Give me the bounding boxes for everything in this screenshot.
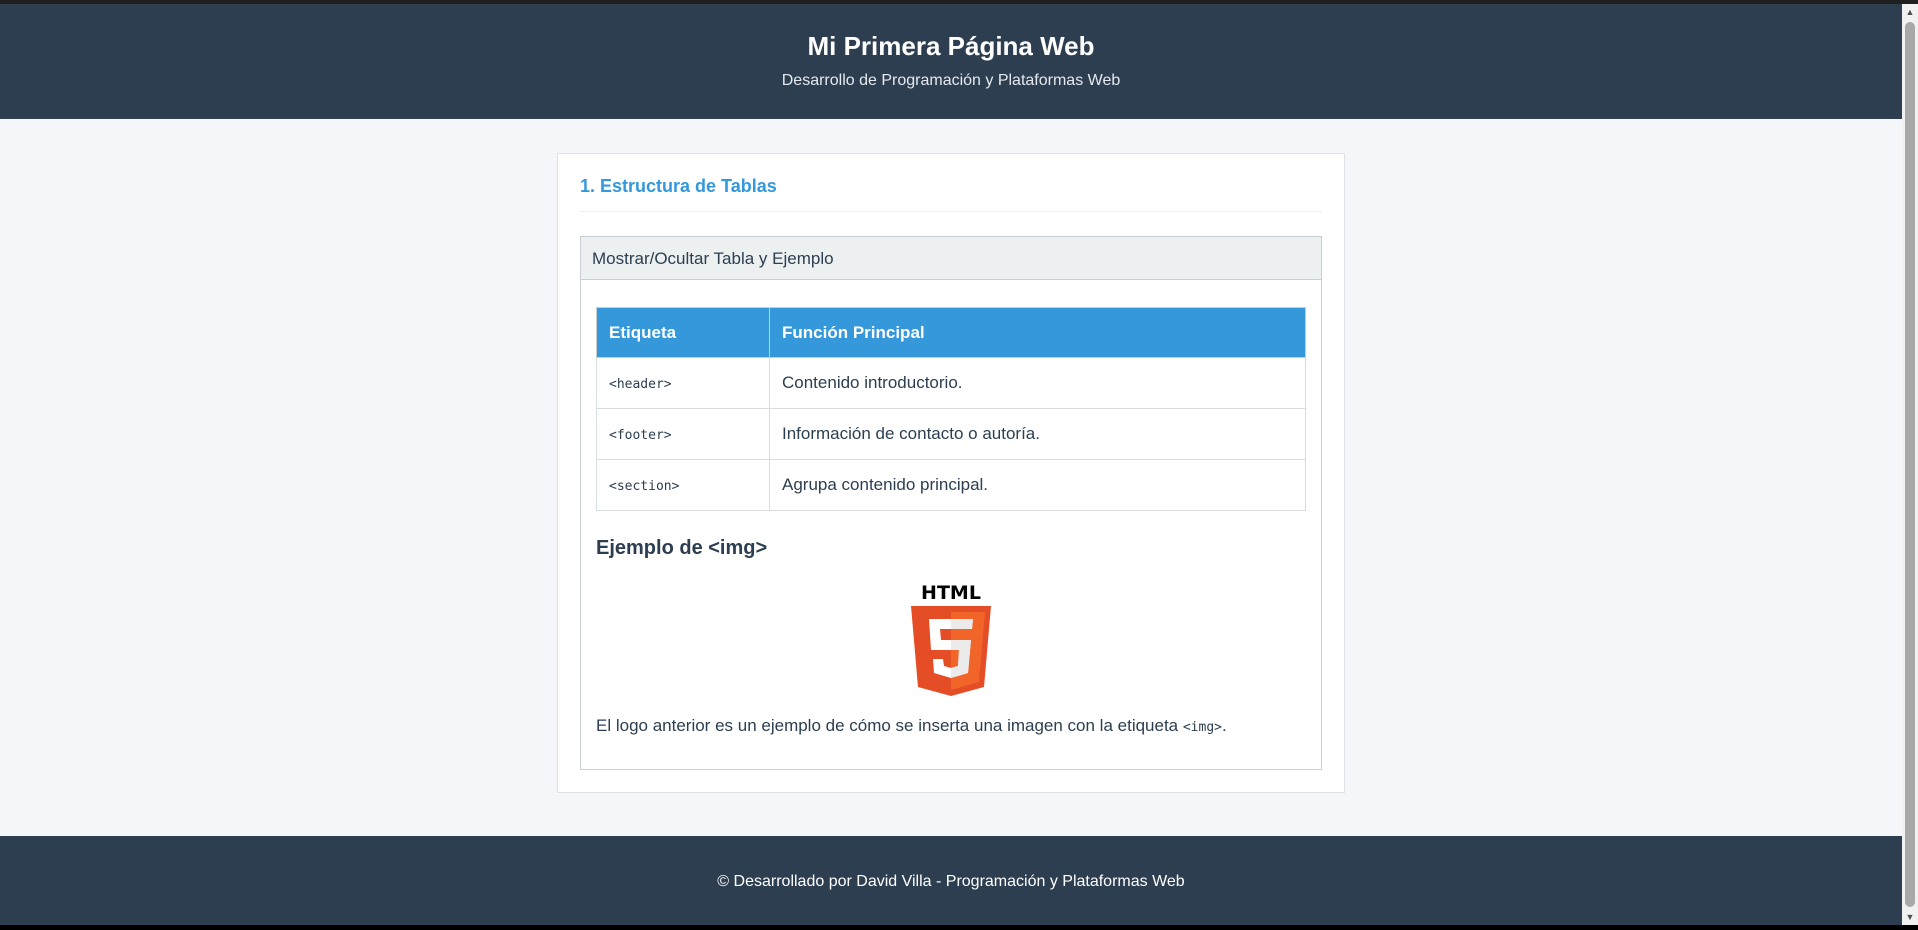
section-title: 1. Estructura de Tablas xyxy=(580,176,1322,212)
table-header-row: Etiqueta Función Principal xyxy=(596,307,1306,358)
site-footer: © Desarrollado por David Villa - Program… xyxy=(0,836,1902,925)
table-row: <footer> Información de contacto o autor… xyxy=(596,408,1306,460)
example-title: Ejemplo de <img> xyxy=(596,537,768,559)
caption-text: El logo anterior es un ejemplo de cómo s… xyxy=(596,716,1183,735)
details-body: Etiqueta Función Principal <header> Cont… xyxy=(581,280,1321,769)
desc-cell: Información de contacto o autoría. xyxy=(769,408,1306,460)
scroll-up-icon[interactable]: ▲ xyxy=(1902,4,1918,20)
caption-code: <img> xyxy=(1182,720,1222,735)
tag-cell: <section> xyxy=(596,459,770,511)
tags-table: Etiqueta Función Principal <header> Cont… xyxy=(596,307,1306,511)
main-content: 1. Estructura de Tablas Mostrar/Ocultar … xyxy=(0,119,1902,836)
footer-text: © Desarrollado por David Villa - Program… xyxy=(717,873,1185,890)
table-row: <section> Agrupa contenido principal. xyxy=(596,459,1306,511)
header-etiqueta: Etiqueta xyxy=(596,307,770,358)
tag-code: <footer> xyxy=(609,428,672,443)
vertical-scrollbar[interactable]: ▲ ▼ xyxy=(1902,4,1918,925)
site-header: Mi Primera Página Web Desarrollo de Prog… xyxy=(0,4,1902,119)
desc-cell: Contenido introductorio. xyxy=(769,357,1306,409)
tag-cell: <footer> xyxy=(596,408,770,460)
html5-logo-icon: HTML xyxy=(911,582,991,696)
desc-cell: Agrupa contenido principal. xyxy=(769,459,1306,511)
page-subtitle: Desarrollo de Programación y Plataformas… xyxy=(781,72,1121,89)
details-container: Mostrar/Ocultar Tabla y Ejemplo Etiqueta… xyxy=(580,236,1322,770)
caption-end: . xyxy=(1222,716,1227,735)
tag-code: <header> xyxy=(609,377,672,392)
browser-viewport: Mi Primera Página Web Desarrollo de Prog… xyxy=(0,4,1902,925)
window-bottom-edge xyxy=(0,925,1918,930)
logo-wrapper: HTML xyxy=(596,582,1306,698)
header-funcion: Función Principal xyxy=(769,307,1306,358)
table-row: <header> Contenido introductorio. xyxy=(596,357,1306,409)
page-title: Mi Primera Página Web xyxy=(807,31,1095,61)
toggle-summary[interactable]: Mostrar/Ocultar Tabla y Ejemplo xyxy=(581,237,1321,280)
tag-code: <section> xyxy=(609,479,680,494)
image-caption: El logo anterior es un ejemplo de cómo s… xyxy=(596,716,1306,736)
scroll-thumb[interactable] xyxy=(1905,22,1915,907)
tag-cell: <header> xyxy=(596,357,770,409)
section-card: 1. Estructura de Tablas Mostrar/Ocultar … xyxy=(557,153,1345,793)
scroll-down-icon[interactable]: ▼ xyxy=(1902,909,1918,925)
html5-logo-text: HTML xyxy=(921,582,981,604)
